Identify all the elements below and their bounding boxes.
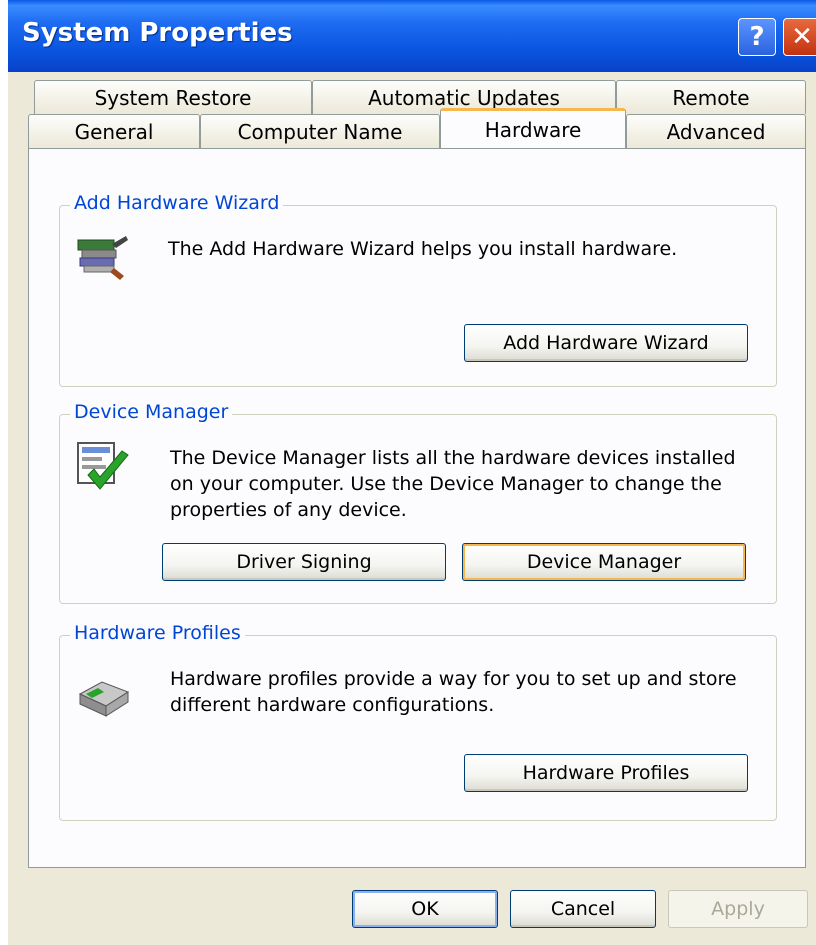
group-legend: Device Manager [70, 401, 233, 423]
tab-label: Hardware [484, 117, 582, 142]
tab-advanced[interactable]: Advanced [626, 114, 806, 148]
hardware-profiles-description-line-1: Hardware profiles provide a way for you … [170, 668, 737, 690]
tab-general[interactable]: General [28, 114, 200, 148]
device-manager-description-line-2: on your computer. Use the Device Manager… [170, 473, 722, 495]
tab-system-restore[interactable]: System Restore [34, 80, 312, 114]
tab-label: Automatic Updates [368, 85, 560, 110]
device-manager-button[interactable]: Device Manager [462, 543, 746, 581]
tab-hardware[interactable]: Hardware [440, 108, 626, 148]
device-manager-icon [77, 442, 129, 490]
button-label: Apply [711, 898, 765, 920]
button-label: Driver Signing [236, 551, 372, 573]
help-button[interactable]: ? [738, 18, 776, 56]
button-label: OK [411, 898, 439, 920]
tab-label: Remote [672, 85, 750, 110]
tab-remote[interactable]: Remote [616, 80, 806, 114]
button-label: Add Hardware Wizard [503, 332, 709, 354]
driver-signing-button[interactable]: Driver Signing [162, 543, 446, 581]
title-bar[interactable]: System Properties ? ✕ [8, 0, 816, 72]
device-manager-group: Device Manager The Device Manager lists … [59, 401, 777, 604]
tab-label: Computer Name [237, 119, 403, 144]
group-legend: Hardware Profiles [70, 622, 245, 644]
close-button[interactable]: ✕ [783, 18, 816, 56]
ok-button[interactable]: OK [352, 890, 498, 928]
apply-button[interactable]: Apply [668, 890, 808, 928]
tab-label: Advanced [666, 119, 766, 144]
device-manager-description-line-3: properties of any device. [170, 499, 407, 521]
tab-label: General [74, 119, 154, 144]
tab-computer-name[interactable]: Computer Name [200, 114, 440, 148]
tab-label: System Restore [94, 85, 252, 110]
device-manager-description-line-1: The Device Manager lists all the hardwar… [170, 447, 736, 469]
hardware-tab-panel: Add Hardware Wizard The Add Hardware Wiz… [28, 148, 806, 868]
hardware-profiles-group: Hardware Profiles Hardware profiles prov… [59, 622, 777, 821]
add-hardware-description: The Add Hardware Wizard helps you instal… [168, 238, 678, 260]
hardware-profiles-button[interactable]: Hardware Profiles [464, 754, 748, 792]
button-label: Device Manager [526, 551, 682, 573]
button-label: Cancel [550, 898, 616, 920]
add-hardware-group: Add Hardware Wizard The Add Hardware Wiz… [59, 192, 777, 387]
add-hardware-icon [77, 236, 128, 280]
close-icon: ✕ [791, 22, 813, 52]
cancel-button[interactable]: Cancel [510, 890, 656, 928]
group-legend: Add Hardware Wizard [70, 192, 284, 214]
add-hardware-wizard-button[interactable]: Add Hardware Wizard [464, 324, 748, 362]
hardware-profiles-description-line-2: different hardware configurations. [170, 694, 495, 716]
button-label: Hardware Profiles [522, 762, 690, 784]
system-properties-window: System Properties ? ✕ System Restore Aut… [8, 0, 816, 945]
window-title: System Properties [22, 18, 293, 48]
hardware-profiles-icon [78, 681, 130, 717]
help-icon: ? [749, 22, 765, 52]
